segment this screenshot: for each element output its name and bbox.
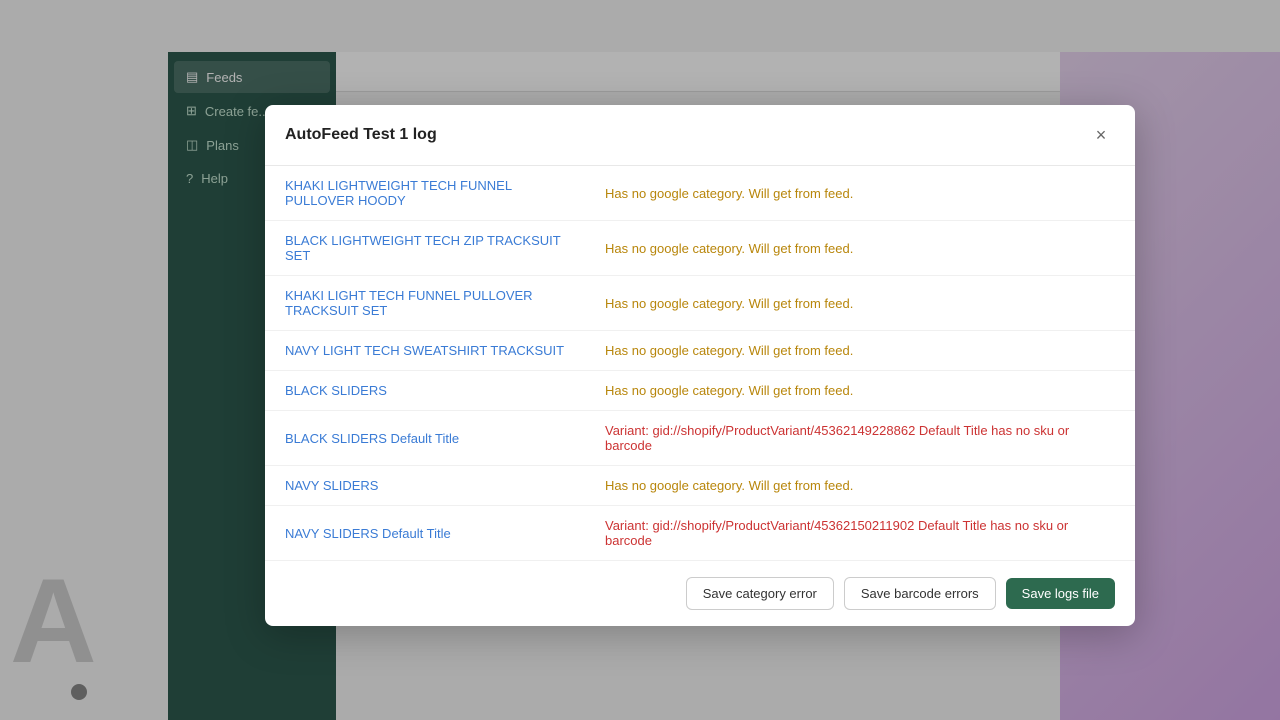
log-message: Has no google category. Will get from fe… [585,466,1135,506]
table-row: KHAKI LIGHTWEIGHT TECH FUNNEL PULLOVER H… [265,166,1135,221]
product-link[interactable]: NAVY SLIDERS [265,466,585,506]
table-row: BLACK SLIDERS Default TitleVariant: gid:… [265,411,1135,466]
save-barcode-errors-button[interactable]: Save barcode errors [844,577,996,610]
modal-header: AutoFeed Test 1 log × [265,105,1135,166]
product-link[interactable]: KHAKI LIGHT TECH FUNNEL PULLOVER TRACKSU… [265,276,585,331]
log-message: Has no google category. Will get from fe… [585,371,1135,411]
modal-title: AutoFeed Test 1 log [285,126,437,144]
product-link[interactable]: BLACK LIGHTWEIGHT TECH ZIP TRACKSUIT SET [265,221,585,276]
product-link[interactable]: BLACK SLIDERS Default Title [265,411,585,466]
log-message: Has no google category. Will get from fe… [585,221,1135,276]
save-logs-file-button[interactable]: Save logs file [1006,578,1115,609]
modal-footer: Save category error Save barcode errors … [265,560,1135,626]
log-message: Has no google category. Will get from fe… [585,166,1135,221]
table-row: NAVY LIGHT TECH SWEATSHIRT TRACKSUITHas … [265,331,1135,371]
table-row: NAVY SLIDERSHas no google category. Will… [265,466,1135,506]
table-row: NAVY SLIDERS Default TitleVariant: gid:/… [265,506,1135,561]
save-category-error-button[interactable]: Save category error [686,577,834,610]
modal-close-button[interactable]: × [1087,121,1115,149]
product-link[interactable]: KHAKI LIGHTWEIGHT TECH FUNNEL PULLOVER H… [265,166,585,221]
product-link[interactable]: BLACK SLIDERS [265,371,585,411]
product-link[interactable]: NAVY LIGHT TECH SWEATSHIRT TRACKSUIT [265,331,585,371]
log-modal: AutoFeed Test 1 log × KHAKI LIGHTWEIGHT … [265,105,1135,626]
log-message: Has no google category. Will get from fe… [585,331,1135,371]
table-row: KHAKI LIGHT TECH FUNNEL PULLOVER TRACKSU… [265,276,1135,331]
log-message: Variant: gid://shopify/ProductVariant/45… [585,411,1135,466]
product-link[interactable]: NAVY SLIDERS Default Title [265,506,585,561]
log-table: KHAKI LIGHTWEIGHT TECH FUNNEL PULLOVER H… [265,166,1135,560]
log-message: Has no google category. Will get from fe… [585,276,1135,331]
modal-body: KHAKI LIGHTWEIGHT TECH FUNNEL PULLOVER H… [265,166,1135,560]
table-row: BLACK SLIDERSHas no google category. Wil… [265,371,1135,411]
log-message: Variant: gid://shopify/ProductVariant/45… [585,506,1135,561]
table-row: BLACK LIGHTWEIGHT TECH ZIP TRACKSUIT SET… [265,221,1135,276]
